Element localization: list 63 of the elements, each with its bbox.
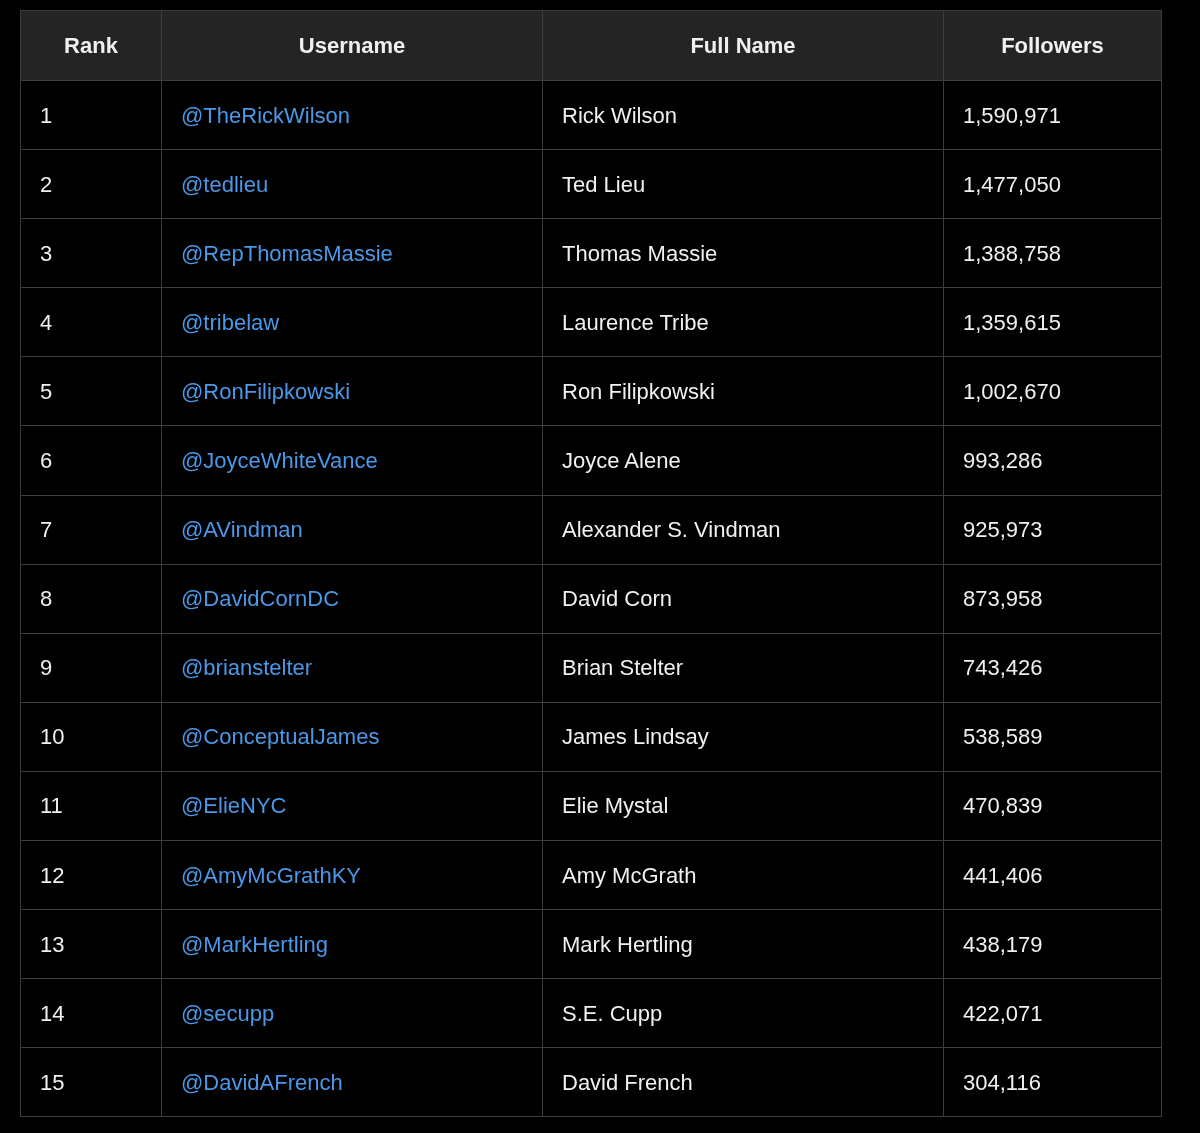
table-cell: David Corn bbox=[542, 564, 944, 634]
table-cell: Joyce Alene bbox=[542, 425, 944, 496]
table-cell: Alexander S. Vindman bbox=[542, 495, 944, 565]
table-cell: 10 bbox=[20, 702, 162, 772]
username-link[interactable]: @brianstelter bbox=[181, 655, 313, 681]
table-cell: 470,839 bbox=[943, 771, 1162, 841]
table-cell: 422,071 bbox=[943, 978, 1162, 1048]
column-header: Full Name bbox=[542, 10, 944, 81]
table-cell: 304,116 bbox=[943, 1047, 1162, 1117]
table-cell: 1 bbox=[20, 80, 162, 150]
table-cell: 8 bbox=[20, 564, 162, 634]
table-cell: Elie Mystal bbox=[542, 771, 944, 841]
table-cell: 15 bbox=[20, 1047, 162, 1117]
username-link[interactable]: @ConceptualJames bbox=[181, 724, 380, 750]
table-cell: 6 bbox=[20, 425, 162, 496]
table-cell: 438,179 bbox=[943, 909, 1162, 979]
username-link[interactable]: @RonFilipkowski bbox=[181, 378, 351, 404]
table-cell: Brian Stelter bbox=[542, 633, 944, 703]
table-cell: 441,406 bbox=[943, 840, 1162, 910]
table-cell: James Lindsay bbox=[542, 702, 944, 772]
table-cell: 873,958 bbox=[943, 564, 1162, 634]
table-cell: S.E. Cupp bbox=[542, 978, 944, 1048]
username-link[interactable]: @AmyMcGrathKY bbox=[181, 862, 362, 888]
table-cell: 1,002,670 bbox=[943, 356, 1162, 426]
username-link[interactable]: @AVindman bbox=[181, 517, 303, 543]
table-cell: 1,590,971 bbox=[943, 80, 1162, 150]
table-cell: Rick Wilson bbox=[542, 80, 944, 150]
table-cell: 11 bbox=[20, 771, 162, 841]
table-cell: David French bbox=[542, 1047, 944, 1117]
column-header: Rank bbox=[20, 10, 162, 81]
username-link[interactable]: @tedlieu bbox=[181, 171, 269, 197]
table-cell: Amy McGrath bbox=[542, 840, 944, 910]
username-link[interactable]: @MarkHertling bbox=[181, 931, 329, 957]
table-cell: 2 bbox=[20, 149, 162, 219]
table-cell: Ted Lieu bbox=[542, 149, 944, 219]
table-cell: 5 bbox=[20, 356, 162, 426]
table-cell: 1,388,758 bbox=[943, 218, 1162, 288]
table-cell: 7 bbox=[20, 495, 162, 565]
table-cell: Thomas Massie bbox=[542, 218, 944, 288]
username-link[interactable]: @ElieNYC bbox=[181, 793, 287, 819]
table-cell: 1,477,050 bbox=[943, 149, 1162, 219]
username-link[interactable]: @secupp bbox=[181, 1000, 275, 1026]
username-link[interactable]: @JoyceWhiteVance bbox=[181, 448, 378, 473]
table-cell: 9 bbox=[20, 633, 162, 703]
table-cell: Mark Hertling bbox=[542, 909, 944, 979]
table-cell: 743,426 bbox=[943, 633, 1162, 703]
username-link[interactable]: @DavidAFrench bbox=[181, 1069, 343, 1095]
username-link[interactable]: @DavidCornDC bbox=[181, 586, 340, 612]
table-cell: 14 bbox=[20, 978, 162, 1048]
table-cell: Ron Filipkowski bbox=[542, 356, 944, 426]
table-cell: 538,589 bbox=[943, 702, 1162, 772]
username-link[interactable]: @TheRickWilson bbox=[181, 102, 351, 128]
table-cell: 4 bbox=[20, 287, 162, 357]
username-link[interactable]: @tribelaw bbox=[181, 309, 280, 335]
table-cell: 925,973 bbox=[943, 495, 1162, 565]
table-cell: 1,359,615 bbox=[943, 287, 1162, 357]
table-cell: 3 bbox=[20, 218, 162, 288]
table-cell: Laurence Tribe bbox=[542, 287, 944, 357]
table-cell: 13 bbox=[20, 909, 162, 979]
column-header: Followers bbox=[943, 10, 1162, 81]
table-cell: 12 bbox=[20, 840, 162, 910]
table-cell: 993,286 bbox=[943, 425, 1162, 496]
column-header: Username bbox=[161, 10, 543, 81]
